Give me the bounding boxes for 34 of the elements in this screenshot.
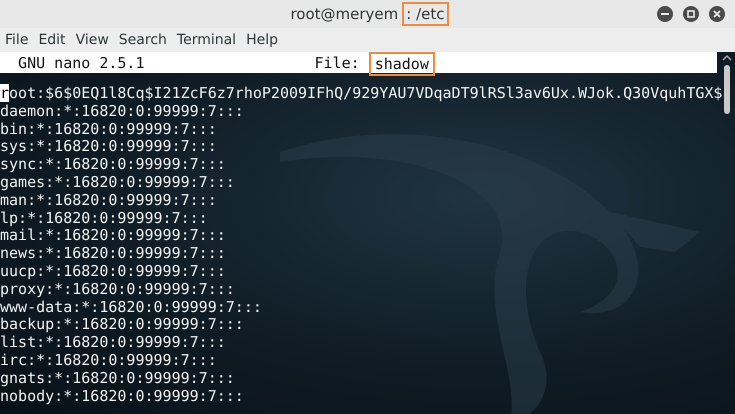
highlighted-window-title: : /etc [402,2,449,26]
menu-item[interactable]: File [0,32,34,48]
file-line: list:*:16820:0:99999:7::: [0,334,227,352]
file-name: shadow [368,52,435,76]
menu-item[interactable]: Help [241,32,283,48]
file-line: nobody:*:16820:0:99999:7::: [0,388,245,406]
menu-item[interactable]: Search [114,32,172,48]
menu-item[interactable]: Edit [33,32,71,48]
maximize-icon[interactable] [683,6,699,22]
file-line: backup:*:16820:0:99999:7::: [0,316,245,334]
file-line: gnats:*:16820:0:99999:7::: [0,370,236,388]
file-line: root:$6$0EQ1l8Cq$I21ZcF6z7rhoP2009IFhQ/929YAU7VDqaDT9lRSl3av6Ux.WJok.Q30VquhTGX$ [0,85,724,103]
file-line: daemon:*:16820:0:99999:7::: [0,102,245,121]
file-label: File: [314,54,361,72]
file-line: uucp:*:16820:0:99999:7::: [0,262,227,281]
file-line: lp:*:16820:0:99999:7::: [0,210,209,228]
minimize-icon[interactable] [657,6,673,22]
file-line: www-data:*:16820:0:99999:7::: [0,298,263,316]
close-icon[interactable] [709,6,725,22]
file-line: mail:*:16820:0:99999:7::: [0,227,227,246]
file-line: proxy:*:16820:0:99999:7::: [0,280,236,299]
menu-item[interactable]: Terminal [172,32,242,48]
scrollbar[interactable] [722,54,732,114]
file-line: irc:*:16820:0:99999:7::: [0,352,218,370]
file-line: man:*:16820:0:99999:7::: [0,192,218,210]
file-line: news:*:16820:0:99999:7::: [0,245,227,263]
menu-item[interactable]: View [70,32,114,48]
file-line: sys:*:16820:0:99999:7::: [0,138,218,156]
nano-version: GNU nano 2.5.1 [17,54,144,72]
file-line: bin:*:16820:0:99999:7::: [0,120,218,138]
file-line: games:*:16820:0:99999:7::: [0,174,236,192]
file-line: sync:*:16820:0:99999:7::: [0,156,227,174]
scroll-up-icon[interactable] [722,54,732,62]
window-title: root@meryem [289,4,400,25]
